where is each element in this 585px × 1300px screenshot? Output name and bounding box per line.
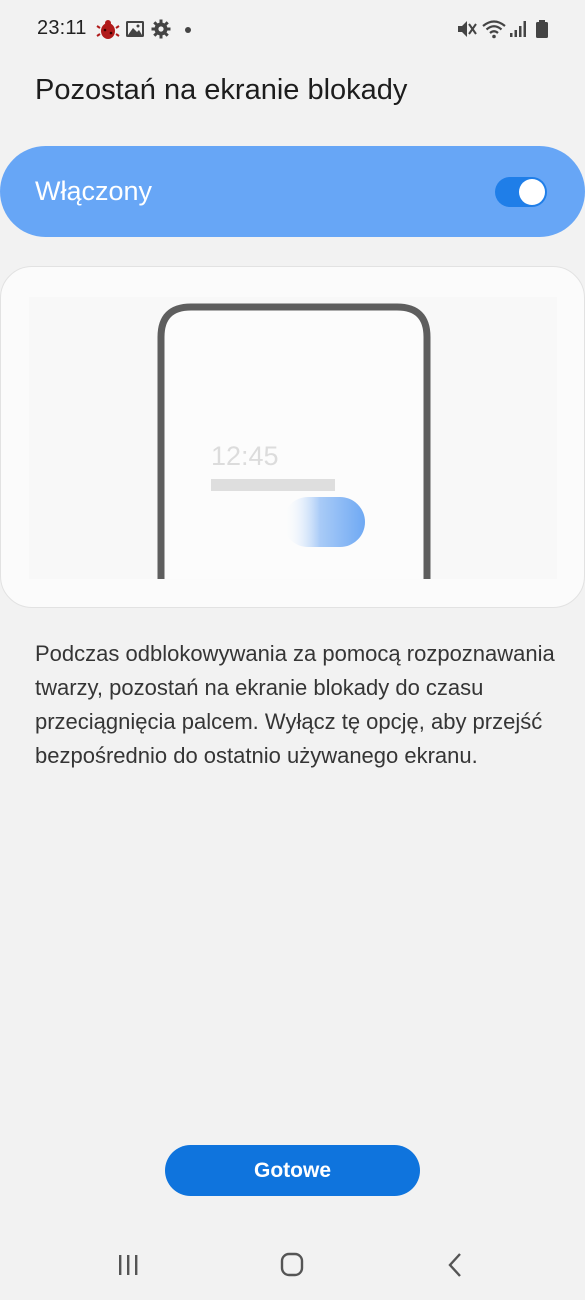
bug-icon bbox=[96, 18, 120, 42]
phone-illustration: 12:45 bbox=[29, 297, 557, 579]
toggle-switch[interactable] bbox=[495, 177, 547, 207]
toggle-switch-knob bbox=[519, 179, 545, 205]
home-icon[interactable] bbox=[272, 1250, 312, 1280]
back-icon[interactable] bbox=[436, 1250, 476, 1280]
battery-icon bbox=[533, 18, 557, 42]
status-bar: 23:11 bbox=[0, 0, 585, 60]
clock-text: 12:45 bbox=[211, 441, 279, 471]
notification-dot-icon bbox=[185, 27, 191, 33]
recent-apps-icon[interactable] bbox=[108, 1250, 148, 1280]
swipe-pill bbox=[283, 497, 365, 547]
notification-bar bbox=[211, 479, 335, 491]
image-icon bbox=[124, 18, 148, 42]
description-text: Podczas odblokowywania za pomocą rozpozn… bbox=[35, 641, 555, 768]
lock-screen-toggle-row[interactable]: Włączony bbox=[0, 146, 585, 237]
page-title: Pozostań na ekranie blokady bbox=[35, 74, 408, 106]
illustration-card: 12:45 bbox=[0, 266, 585, 608]
wifi-icon bbox=[481, 18, 506, 42]
signal-icon bbox=[508, 18, 532, 42]
toggle-label: Włączony bbox=[35, 176, 153, 206]
mute-icon bbox=[456, 18, 480, 42]
gear-icon bbox=[150, 18, 174, 42]
phone-illustration-svg bbox=[157, 303, 431, 579]
navigation-bar bbox=[0, 1230, 585, 1300]
status-time: 23:11 bbox=[37, 17, 87, 39]
done-button[interactable]: Gotowe bbox=[165, 1145, 420, 1196]
